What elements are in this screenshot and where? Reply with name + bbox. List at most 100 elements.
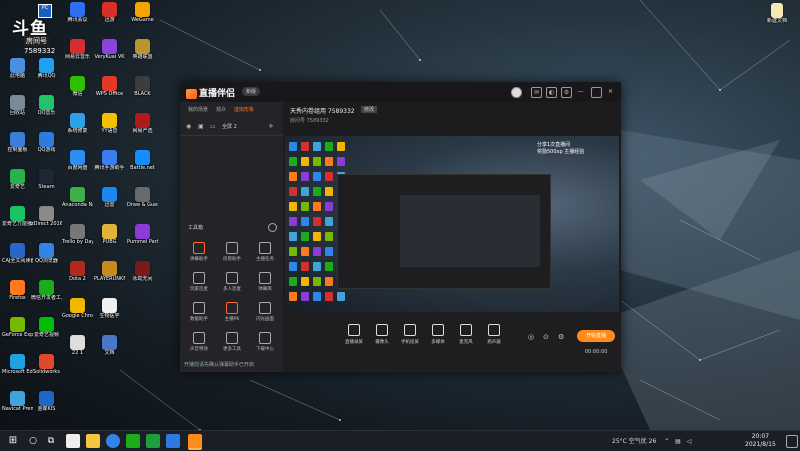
network-icon[interactable]: ▤ bbox=[675, 438, 681, 445]
desktop-icon[interactable]: 回收站 bbox=[2, 95, 33, 129]
windows-start-icon[interactable]: ⊞ bbox=[6, 434, 20, 448]
desktop-icon[interactable]: Trello by Daylight bbox=[62, 224, 93, 258]
close-icon[interactable]: ✕ bbox=[606, 87, 615, 96]
desktop-icon[interactable]: 百度网盘 bbox=[62, 150, 93, 184]
desktop-icon[interactable]: 爱奇艺视频 bbox=[31, 317, 62, 351]
desktop-icon[interactable]: Dota 2 bbox=[62, 261, 93, 295]
excel-icon[interactable] bbox=[146, 434, 160, 448]
display-icon[interactable]: ▭ bbox=[210, 123, 216, 130]
source-control-button[interactable]: 手机投屏 bbox=[395, 324, 425, 345]
record-icon[interactable]: ⊙ bbox=[543, 333, 549, 341]
desktop-icon[interactable]: 22 1 bbox=[62, 335, 93, 369]
task-view-icon[interactable]: ⧉ bbox=[44, 434, 58, 448]
toolbox-item[interactable]: 更多工具 bbox=[217, 332, 247, 358]
desktop-icon[interactable]: 微信开发者工具 bbox=[31, 280, 62, 314]
desktop-icon[interactable]: QQ游戏 bbox=[31, 132, 62, 166]
desktop-icon[interactable]: 腾讯手游助手 bbox=[94, 150, 125, 184]
desktop-icon[interactable]: Anaconda Navigator bbox=[62, 187, 93, 221]
source-control-button[interactable]: 扬声器 bbox=[479, 324, 509, 345]
desktop-icon[interactable]: QQ音乐 bbox=[31, 95, 62, 129]
desktop-icon[interactable]: YY语音 bbox=[94, 113, 125, 147]
desktop-icon[interactable]: 爱奇艺万能播放器 bbox=[2, 206, 33, 240]
desktop-icon[interactable]: 金蝶KIS bbox=[31, 391, 62, 425]
search-icon[interactable]: ○ bbox=[26, 434, 40, 448]
desktop-icon[interactable]: PLAYERUNKNOWN'S BATTLEGROUNDS bbox=[94, 261, 125, 295]
start-live-button[interactable]: 开始直播 bbox=[577, 330, 615, 342]
desktop-icon[interactable]: 此电脑 bbox=[2, 58, 33, 92]
edge-icon[interactable] bbox=[106, 434, 120, 448]
settings-gear-icon[interactable]: ⚙ bbox=[558, 333, 564, 341]
desktop-icon[interactable]: 控制面板 bbox=[2, 132, 33, 166]
maximize-icon[interactable] bbox=[591, 87, 602, 98]
desktop-icon[interactable]: 爱奇艺 bbox=[2, 169, 33, 203]
desktop-icon[interactable]: PUBG bbox=[94, 224, 125, 258]
toolbox-item[interactable]: 弹幕库 bbox=[250, 272, 280, 298]
desktop-icon[interactable]: zDirect 2016 1 bbox=[31, 206, 62, 240]
desktop-icon[interactable]: Solidworks bbox=[31, 354, 62, 388]
tab-virtual-avatar[interactable]: 虚拟形象 bbox=[234, 106, 254, 113]
tab-audience[interactable]: 观众 bbox=[216, 106, 226, 113]
skin-icon[interactable]: ◐ bbox=[546, 87, 557, 98]
toolbox-item[interactable]: 主播任务 bbox=[250, 242, 280, 268]
toolbox-item[interactable]: 弹幕助手 bbox=[184, 242, 214, 268]
desktop-icon[interactable]: 腾讯QQ bbox=[31, 58, 62, 92]
desktop-icon[interactable]: CAJ全文阅读器 bbox=[2, 243, 33, 277]
lock-icon[interactable]: ▣ bbox=[198, 123, 204, 130]
desktop-icon[interactable]: WPS Office bbox=[94, 76, 125, 110]
desktop-icon[interactable]: 英雄联盟 bbox=[127, 39, 158, 73]
weather-status[interactable]: 25°C 空气优 26 bbox=[612, 438, 656, 445]
edit-room-button[interactable]: 修改 bbox=[361, 106, 378, 113]
tray-chevron-icon[interactable]: ⌃ bbox=[664, 438, 669, 445]
live-companion-taskbar-icon[interactable] bbox=[188, 434, 202, 450]
desktop-icon[interactable]: 生物医学 bbox=[94, 298, 125, 332]
desktop-icon[interactable]: 迅雷 bbox=[94, 187, 125, 221]
volume-icon[interactable]: ◁ bbox=[687, 438, 692, 445]
toolbox-item[interactable]: 下载中心 bbox=[250, 332, 280, 358]
source-control-button[interactable]: 直播录屏 bbox=[339, 324, 369, 345]
desktop-icon[interactable]: 永劫无间 bbox=[127, 261, 158, 295]
qq-icon[interactable] bbox=[166, 434, 180, 448]
desktop-icon[interactable]: Draw & Guess bbox=[127, 187, 158, 221]
desktop-icon[interactable]: GeForce Experience bbox=[2, 317, 33, 351]
desktop-icon[interactable]: VeryKuai VK bbox=[94, 39, 125, 73]
wechat-icon[interactable] bbox=[126, 434, 140, 448]
desktop-icon[interactable]: 迅游 bbox=[94, 2, 125, 36]
scene-label[interactable]: 全屏 2 bbox=[222, 123, 237, 130]
desktop-icon[interactable]: 腾讯会议 bbox=[62, 2, 93, 36]
toolbox-item[interactable]: 房管助手 bbox=[217, 242, 247, 268]
desktop-icon[interactable]: 网易云音乐 bbox=[62, 39, 93, 73]
message-icon[interactable]: ✉ bbox=[531, 87, 542, 98]
version-badge[interactable]: 新版 bbox=[242, 87, 261, 96]
taskbar-clock[interactable]: 20:07 2021/8/15 bbox=[745, 433, 776, 449]
toolbox-item[interactable]: 声音特效 bbox=[184, 332, 214, 358]
notification-icon[interactable] bbox=[786, 435, 798, 448]
desktop-icon[interactable]: QQ浏览器 bbox=[31, 243, 62, 277]
desktop-icon[interactable]: BLACK bbox=[127, 76, 158, 110]
desktop-icon[interactable]: 微信 bbox=[62, 76, 93, 110]
stream-preview[interactable]: 分享1次直播间 奖励500xp 主播经验 bbox=[285, 136, 619, 312]
desktop-icon[interactable]: Battle.net bbox=[127, 150, 158, 184]
desktop-icon[interactable]: Navicat Premium 12 bbox=[2, 391, 33, 425]
desktop-icon[interactable]: Pummel Party bbox=[127, 224, 158, 258]
toolbox-item[interactable]: 闪光画面 bbox=[250, 302, 280, 328]
eye-icon[interactable]: ◎ bbox=[528, 333, 534, 341]
source-control-button[interactable]: 麦克风 bbox=[451, 324, 481, 345]
desktop-icon[interactable]: Firefox bbox=[2, 280, 33, 314]
settings-icon[interactable]: ⚙ bbox=[561, 87, 572, 98]
desktop-icon[interactable]: 文档 bbox=[94, 335, 125, 369]
desktop-file-new-doc[interactable]: 新建文档 bbox=[762, 3, 792, 37]
visibility-icon[interactable]: ◉ bbox=[186, 123, 191, 130]
toolbox-item[interactable]: 主播PK bbox=[217, 302, 247, 328]
add-scene-icon[interactable]: + bbox=[268, 122, 274, 130]
source-control-button[interactable]: 摄像头 bbox=[367, 324, 397, 345]
desktop-icon[interactable]: 网易严选 bbox=[127, 113, 158, 147]
minimize-icon[interactable]: — bbox=[576, 87, 585, 96]
toolbox-item[interactable]: 玩家连麦 bbox=[184, 272, 214, 298]
toolbox-settings-icon[interactable] bbox=[268, 223, 277, 232]
tab-my-scenes[interactable]: 我的场景 bbox=[188, 106, 208, 113]
avatar[interactable] bbox=[511, 87, 522, 98]
desktop-icon[interactable]: Google Chrome bbox=[62, 298, 93, 332]
desktop-icon[interactable]: Microsoft Edge bbox=[2, 354, 33, 388]
taskbar-app-blank-icon[interactable] bbox=[66, 434, 80, 448]
toolbox-item[interactable]: 多人连麦 bbox=[217, 272, 247, 298]
